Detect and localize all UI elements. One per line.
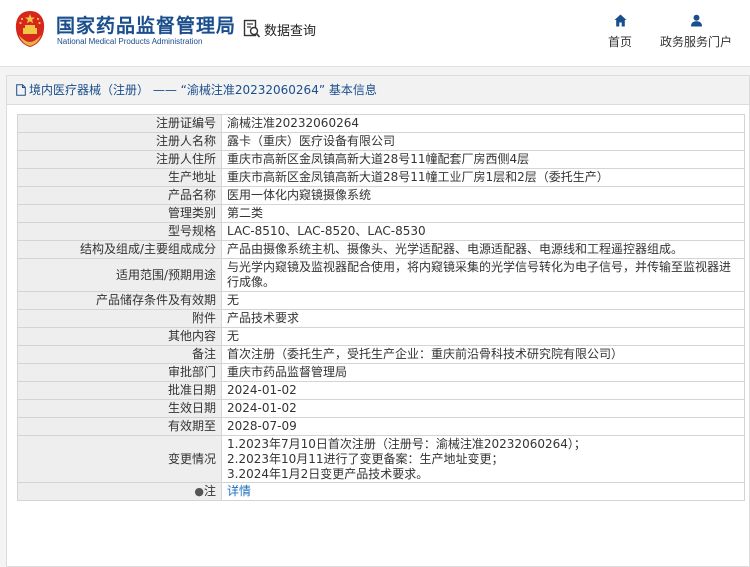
table-row: 结构及组成/主要组成成分 产品由摄像系统主机、摄像头、光学适配器、电源适配器、电源… (17, 240, 745, 259)
site-subtitle[interactable]: National Medical Products Administration (57, 37, 202, 46)
field-label: 生效日期 (17, 399, 222, 418)
field-label: 结构及组成/主要组成成分 (17, 240, 222, 259)
table-row: 注册证编号 渝械注准20232060264 (17, 114, 745, 133)
field-value: 产品技术要求 (221, 309, 745, 328)
field-value: 重庆市高新区金凤镇高新大道28号11幢工业厂房1层和2层（委托生产） (221, 168, 745, 187)
table-row: 适用范围/预期用途 与光学内窥镜及监视器配合使用，将内窥镜采集的光学信号转化为电子… (17, 258, 745, 292)
change-history-value: 1.2023年7月10日首次注册（注册号：渝械注准20232060264）； 2… (221, 435, 745, 483)
field-label: 注 (203, 484, 216, 498)
table-row: 管理类别 第二类 (17, 204, 745, 223)
field-value: 重庆市药品监督管理局 (221, 363, 745, 382)
data-query-link[interactable]: 数据查询 (264, 20, 316, 39)
change-history-line: 2.2023年10月11进行了变更备案：生产地址变更； (227, 451, 504, 466)
field-value: 与光学内窥镜及监视器配合使用，将内窥镜采集的光学信号转化为电子信号，并传输至监视… (221, 258, 745, 292)
nav-gov-services[interactable]: 政务服务门户 (652, 14, 740, 50)
field-label: 产品储存条件及有效期 (17, 291, 222, 310)
field-label: 有效期至 (17, 417, 222, 436)
nav-home[interactable]: 首页 (600, 14, 640, 50)
field-label: 附件 (17, 309, 222, 328)
change-history-line: 1.2023年7月10日首次注册（注册号：渝械注准20232060264）； (227, 436, 586, 451)
field-value: 产品由摄像系统主机、摄像头、光学适配器、电源适配器、电源线和工程遥控器组成。 (221, 240, 745, 259)
table-row: 其他内容无 (17, 327, 745, 346)
device-info-table: 注册证编号 渝械注准20232060264 注册人名称 露卡（重庆）医疗设备有限公司… (17, 114, 745, 501)
field-value: 重庆市高新区金凤镇高新大道28号11幢配套厂房西侧4层 (221, 150, 745, 169)
field-value: 露卡（重庆）医疗设备有限公司 (221, 132, 745, 151)
field-label: 注册证编号 (17, 114, 222, 133)
document-icon (16, 84, 26, 96)
data-query-icon[interactable] (243, 19, 261, 39)
table-row: 审批部门 重庆市药品监督管理局 (17, 363, 745, 382)
field-label: 批准日期 (17, 381, 222, 400)
device-info-panel: 境内医疗器械（注册） —— “渝械注准20232060264” 基本信息 注册证… (6, 75, 750, 567)
user-icon (690, 14, 702, 27)
field-label: 备注 (17, 345, 222, 364)
change-history-line: 3.2024年1月2日变更产品技术要求。 (227, 466, 429, 481)
home-icon (614, 14, 626, 27)
field-value: 第二类 (221, 204, 745, 223)
table-row-change-history: 变更情况 1.2023年7月10日首次注册（注册号：渝械注准2023206026… (17, 435, 745, 483)
field-label: 适用范围/预期用途 (17, 258, 222, 292)
field-value: 2024-01-02 (221, 381, 745, 400)
table-row: 型号规格 LAC-8510、LAC-8520、LAC-8530 (17, 222, 745, 241)
site-title[interactable]: 国家药品监督管理局 (56, 11, 236, 38)
field-label: 型号规格 (17, 222, 222, 241)
table-row: 产品储存条件及有效期无 (17, 291, 745, 310)
national-emblem-icon[interactable] (13, 9, 47, 49)
field-label: 变更情况 (17, 435, 222, 483)
table-row: 批准日期 2024-01-02 (17, 381, 745, 400)
field-label: 生产地址 (17, 168, 222, 187)
table-row: 生产地址 重庆市高新区金凤镇高新大道28号11幢工业厂房1层和2层（委托生产） (17, 168, 745, 187)
field-value: 2024-01-02 (221, 399, 745, 418)
field-value: LAC-8510、LAC-8520、LAC-8530 (221, 222, 745, 241)
field-value: 无 (221, 327, 745, 346)
field-value: 2028-07-09 (221, 417, 745, 436)
table-row-note: ●注 详情 (17, 482, 745, 501)
table-row: 注册人名称 露卡（重庆）医疗设备有限公司 (17, 132, 745, 151)
site-header: 国家药品监督管理局 National Medical Products Admi… (0, 0, 750, 67)
table-row: 附件 产品技术要求 (17, 309, 745, 328)
details-link[interactable]: 详情 (227, 484, 251, 498)
nav-home-label: 首页 (607, 35, 632, 49)
field-value: 首次注册（委托生产，受托生产企业：重庆前沿骨科技术研究院有限公司） (221, 345, 745, 364)
panel-title: 境内医疗器械（注册） —— “渝械注准20232060264” 基本信息 (29, 83, 377, 97)
field-label: 注册人名称 (17, 132, 222, 151)
panel-title-bar: 境内医疗器械（注册） —— “渝械注准20232060264” 基本信息 (7, 76, 749, 105)
table-row: 注册人住所 重庆市高新区金凤镇高新大道28号11幢配套厂房西侧4层 (17, 150, 745, 169)
table-row: 产品名称 医用一体化内窥镜摄像系统 (17, 186, 745, 205)
lightbulb-icon: ● (194, 485, 204, 498)
field-label: 审批部门 (17, 363, 222, 382)
field-value: 无 (221, 291, 745, 310)
nav-gov-services-label: 政务服务门户 (659, 35, 732, 49)
field-label: 管理类别 (17, 204, 222, 223)
table-row: 备注 首次注册（委托生产，受托生产企业：重庆前沿骨科技术研究院有限公司） (17, 345, 745, 364)
field-value: 医用一体化内窥镜摄像系统 (221, 186, 745, 205)
field-value: 渝械注准20232060264 (221, 114, 745, 133)
field-label: 其他内容 (17, 327, 222, 346)
field-label: 产品名称 (17, 186, 222, 205)
field-label: 注册人住所 (17, 150, 222, 169)
table-row: 生效日期 2024-01-02 (17, 399, 745, 418)
table-row: 有效期至 2028-07-09 (17, 417, 745, 436)
note-label-cell: ●注 (17, 482, 222, 501)
note-value-cell: 详情 (221, 482, 745, 501)
